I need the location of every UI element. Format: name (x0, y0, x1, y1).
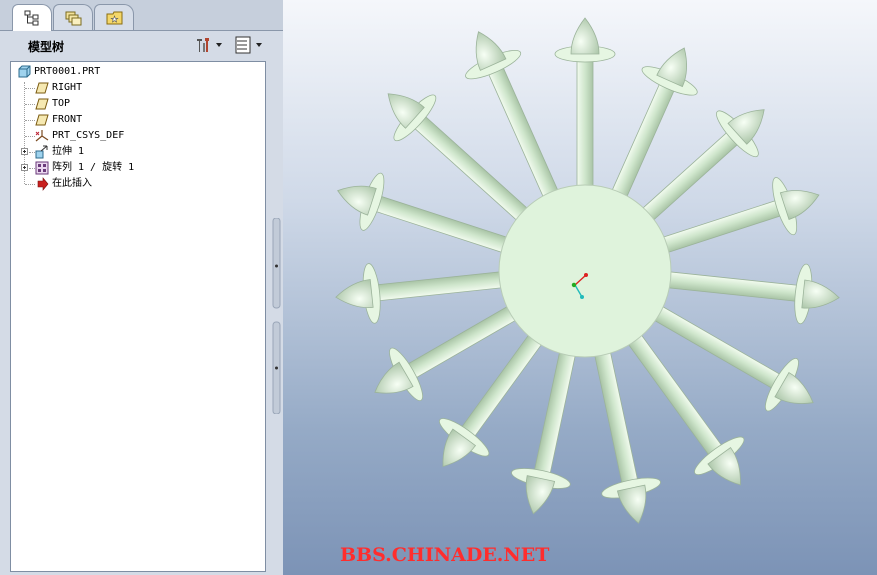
tree-item-label: TOP (52, 98, 71, 109)
tree-item-label: 阵列 1 / 旋转 1 (52, 162, 135, 173)
settings-button[interactable] (194, 36, 224, 54)
chevron-down-icon (256, 43, 262, 47)
tab-model-tree[interactable] (12, 4, 52, 31)
tree-columns-icon (235, 36, 251, 54)
watermark: BBS.CHINADE.NET (340, 544, 550, 566)
tree-connector (25, 120, 35, 121)
hub-disk (498, 184, 672, 358)
tab-favorites[interactable] (94, 4, 134, 30)
tree-item-label: 拉伸 1 (52, 146, 85, 157)
navigator-tab-strip (0, 0, 283, 31)
graphics-viewport[interactable]: BBS.CHINADE.NET (283, 0, 877, 575)
tree-connector (25, 104, 35, 105)
splitter-handle-icon (272, 217, 281, 415)
tree-connector (25, 136, 35, 137)
tree-connector (25, 88, 35, 89)
chevron-down-icon (216, 43, 222, 47)
panel-title: 模型树 (28, 40, 65, 54)
tree-item-label: PRT_CSYS_DEF (52, 130, 125, 141)
coordinate-system-icon (35, 130, 49, 142)
show-button[interactable] (234, 36, 264, 54)
extrude-icon (35, 145, 48, 159)
favorites-folder-icon (106, 11, 123, 25)
datum-plane-icon (35, 114, 49, 126)
model-tree-panel: 模型树 PRT0001.PRT RIGHT TOP FRONT PRT_CSYS… (0, 0, 283, 575)
datum-plane-icon (35, 98, 49, 110)
layers-icon (65, 11, 82, 26)
panel-header: 模型树 (0, 31, 283, 59)
tab-layers[interactable] (53, 4, 93, 30)
expand-toggle[interactable] (21, 148, 28, 155)
expand-toggle[interactable] (21, 164, 28, 171)
tree-item-label: PRT0001.PRT (34, 66, 101, 77)
tree-item-label: RIGHT (52, 82, 83, 93)
tools-icon (197, 38, 209, 52)
model-tree: PRT0001.PRT RIGHT TOP FRONT PRT_CSYS_DEF… (10, 61, 266, 572)
tree-item-label: 在此插入 (52, 178, 92, 189)
tree-connector (25, 184, 35, 185)
pattern-icon (35, 161, 49, 175)
model-render[interactable] (283, 0, 877, 575)
model-tree-icon (24, 10, 39, 26)
datum-plane-icon (35, 82, 49, 94)
insert-here-arrow-icon (37, 177, 49, 191)
part-icon (18, 65, 31, 78)
tree-item-label: FRONT (52, 114, 83, 125)
panel-splitter[interactable] (271, 217, 282, 415)
